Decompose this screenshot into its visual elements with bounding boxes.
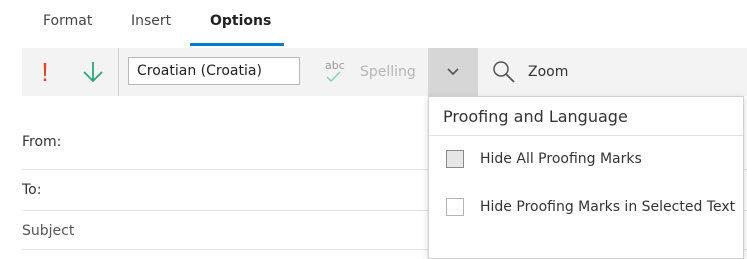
zoom-button[interactable]: Zoom [492,48,568,96]
tab-insert[interactable]: Insert [131,13,171,29]
menu-title: Proofing and Language [443,107,628,126]
zoom-label: Zoom [528,64,569,80]
exclamation-icon: ! [41,56,49,87]
spelling-label: Spelling [360,64,416,80]
spelling-button[interactable]: abc Spelling [324,48,416,96]
arrow-down-icon [83,62,103,83]
hide-all-proofing-marks-label: Hide All Proofing Marks [480,151,642,167]
search-icon [493,61,515,83]
language-select[interactable]: Croatian (Croatia) [128,57,300,85]
tab-options[interactable]: Options [210,13,271,29]
high-importance-button[interactable]: ! [32,48,58,96]
subject-field[interactable]: Subject [22,223,74,239]
proofing-language-menu: Proofing and Language Hide All Proofing … [428,96,744,259]
tab-format[interactable]: Format [43,13,92,29]
hide-proofing-marks-selected-option[interactable]: Hide Proofing Marks in Selected Text [429,188,743,228]
options-toolbar: ! Croatian (Croatia) abc Spelling Zoom [22,48,747,96]
ribbon-tabs: Format Insert Options [0,0,747,48]
to-label[interactable]: To: [22,182,41,198]
spelling-check-icon: abc [324,58,348,86]
toolbar-divider [118,48,119,96]
hide-proofing-marks-selected-label: Hide Proofing Marks in Selected Text [480,199,736,215]
active-tab-indicator [190,43,284,46]
proofing-dropdown-button[interactable] [428,48,478,96]
menu-divider [429,135,743,136]
hide-proofing-marks-selected-checkbox[interactable] [446,198,464,216]
hide-all-proofing-marks-checkbox[interactable] [446,150,464,168]
chevron-down-icon [447,68,459,76]
low-importance-button[interactable] [78,48,108,96]
hide-all-proofing-marks-option[interactable]: Hide All Proofing Marks [429,140,743,180]
from-label: From: [22,134,62,150]
